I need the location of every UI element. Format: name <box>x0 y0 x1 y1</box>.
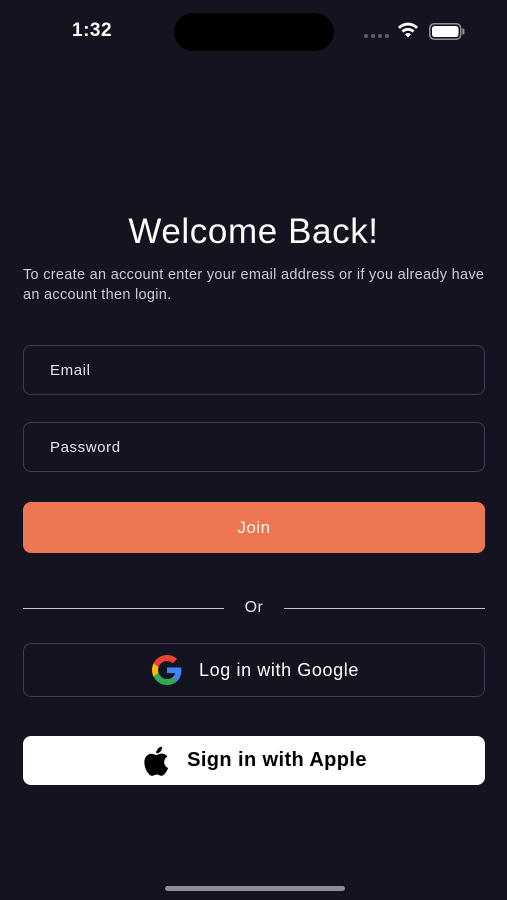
status-time: 1:32 <box>72 20 113 41</box>
dynamic-island <box>174 13 334 51</box>
password-field-container <box>23 422 485 472</box>
apple-signin-button[interactable]: Sign in with Apple <box>23 736 485 785</box>
password-field[interactable] <box>50 423 484 471</box>
google-login-button[interactable]: Log in with Google <box>23 643 485 697</box>
email-field[interactable] <box>50 346 484 394</box>
wifi-icon <box>398 22 418 38</box>
divider-label: Or <box>244 599 264 616</box>
google-icon <box>152 655 182 685</box>
divider-line-right <box>284 608 485 609</box>
cellular-signal-icon <box>364 34 389 38</box>
login-screen: 1:32 Welcome Back! To create an account … <box>0 0 507 900</box>
email-field-container <box>23 345 485 395</box>
home-indicator[interactable] <box>165 886 345 891</box>
apple-icon <box>144 746 169 776</box>
battery-icon <box>429 23 465 40</box>
divider-line-left <box>23 608 224 609</box>
google-button-label: Log in with Google <box>199 659 359 680</box>
page-subtitle: To create an account enter your email ad… <box>23 267 485 303</box>
apple-button-label: Sign in with Apple <box>187 749 367 771</box>
join-button[interactable]: Join <box>23 502 485 553</box>
page-title: Welcome Back! <box>128 212 379 251</box>
